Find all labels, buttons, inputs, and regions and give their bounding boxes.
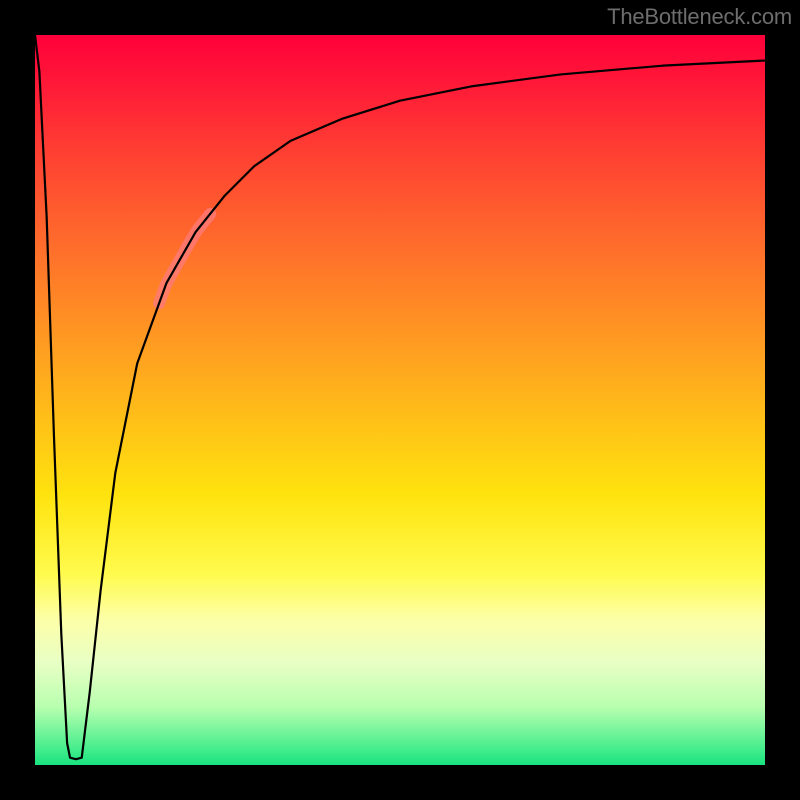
chart-frame: TheBottleneck.com — [0, 0, 800, 800]
bottleneck-curve — [35, 35, 765, 759]
watermark-text: TheBottleneck.com — [607, 4, 792, 30]
curve-layer — [35, 35, 765, 765]
plot-area — [35, 35, 765, 765]
curve-highlight-segment — [159, 214, 210, 303]
